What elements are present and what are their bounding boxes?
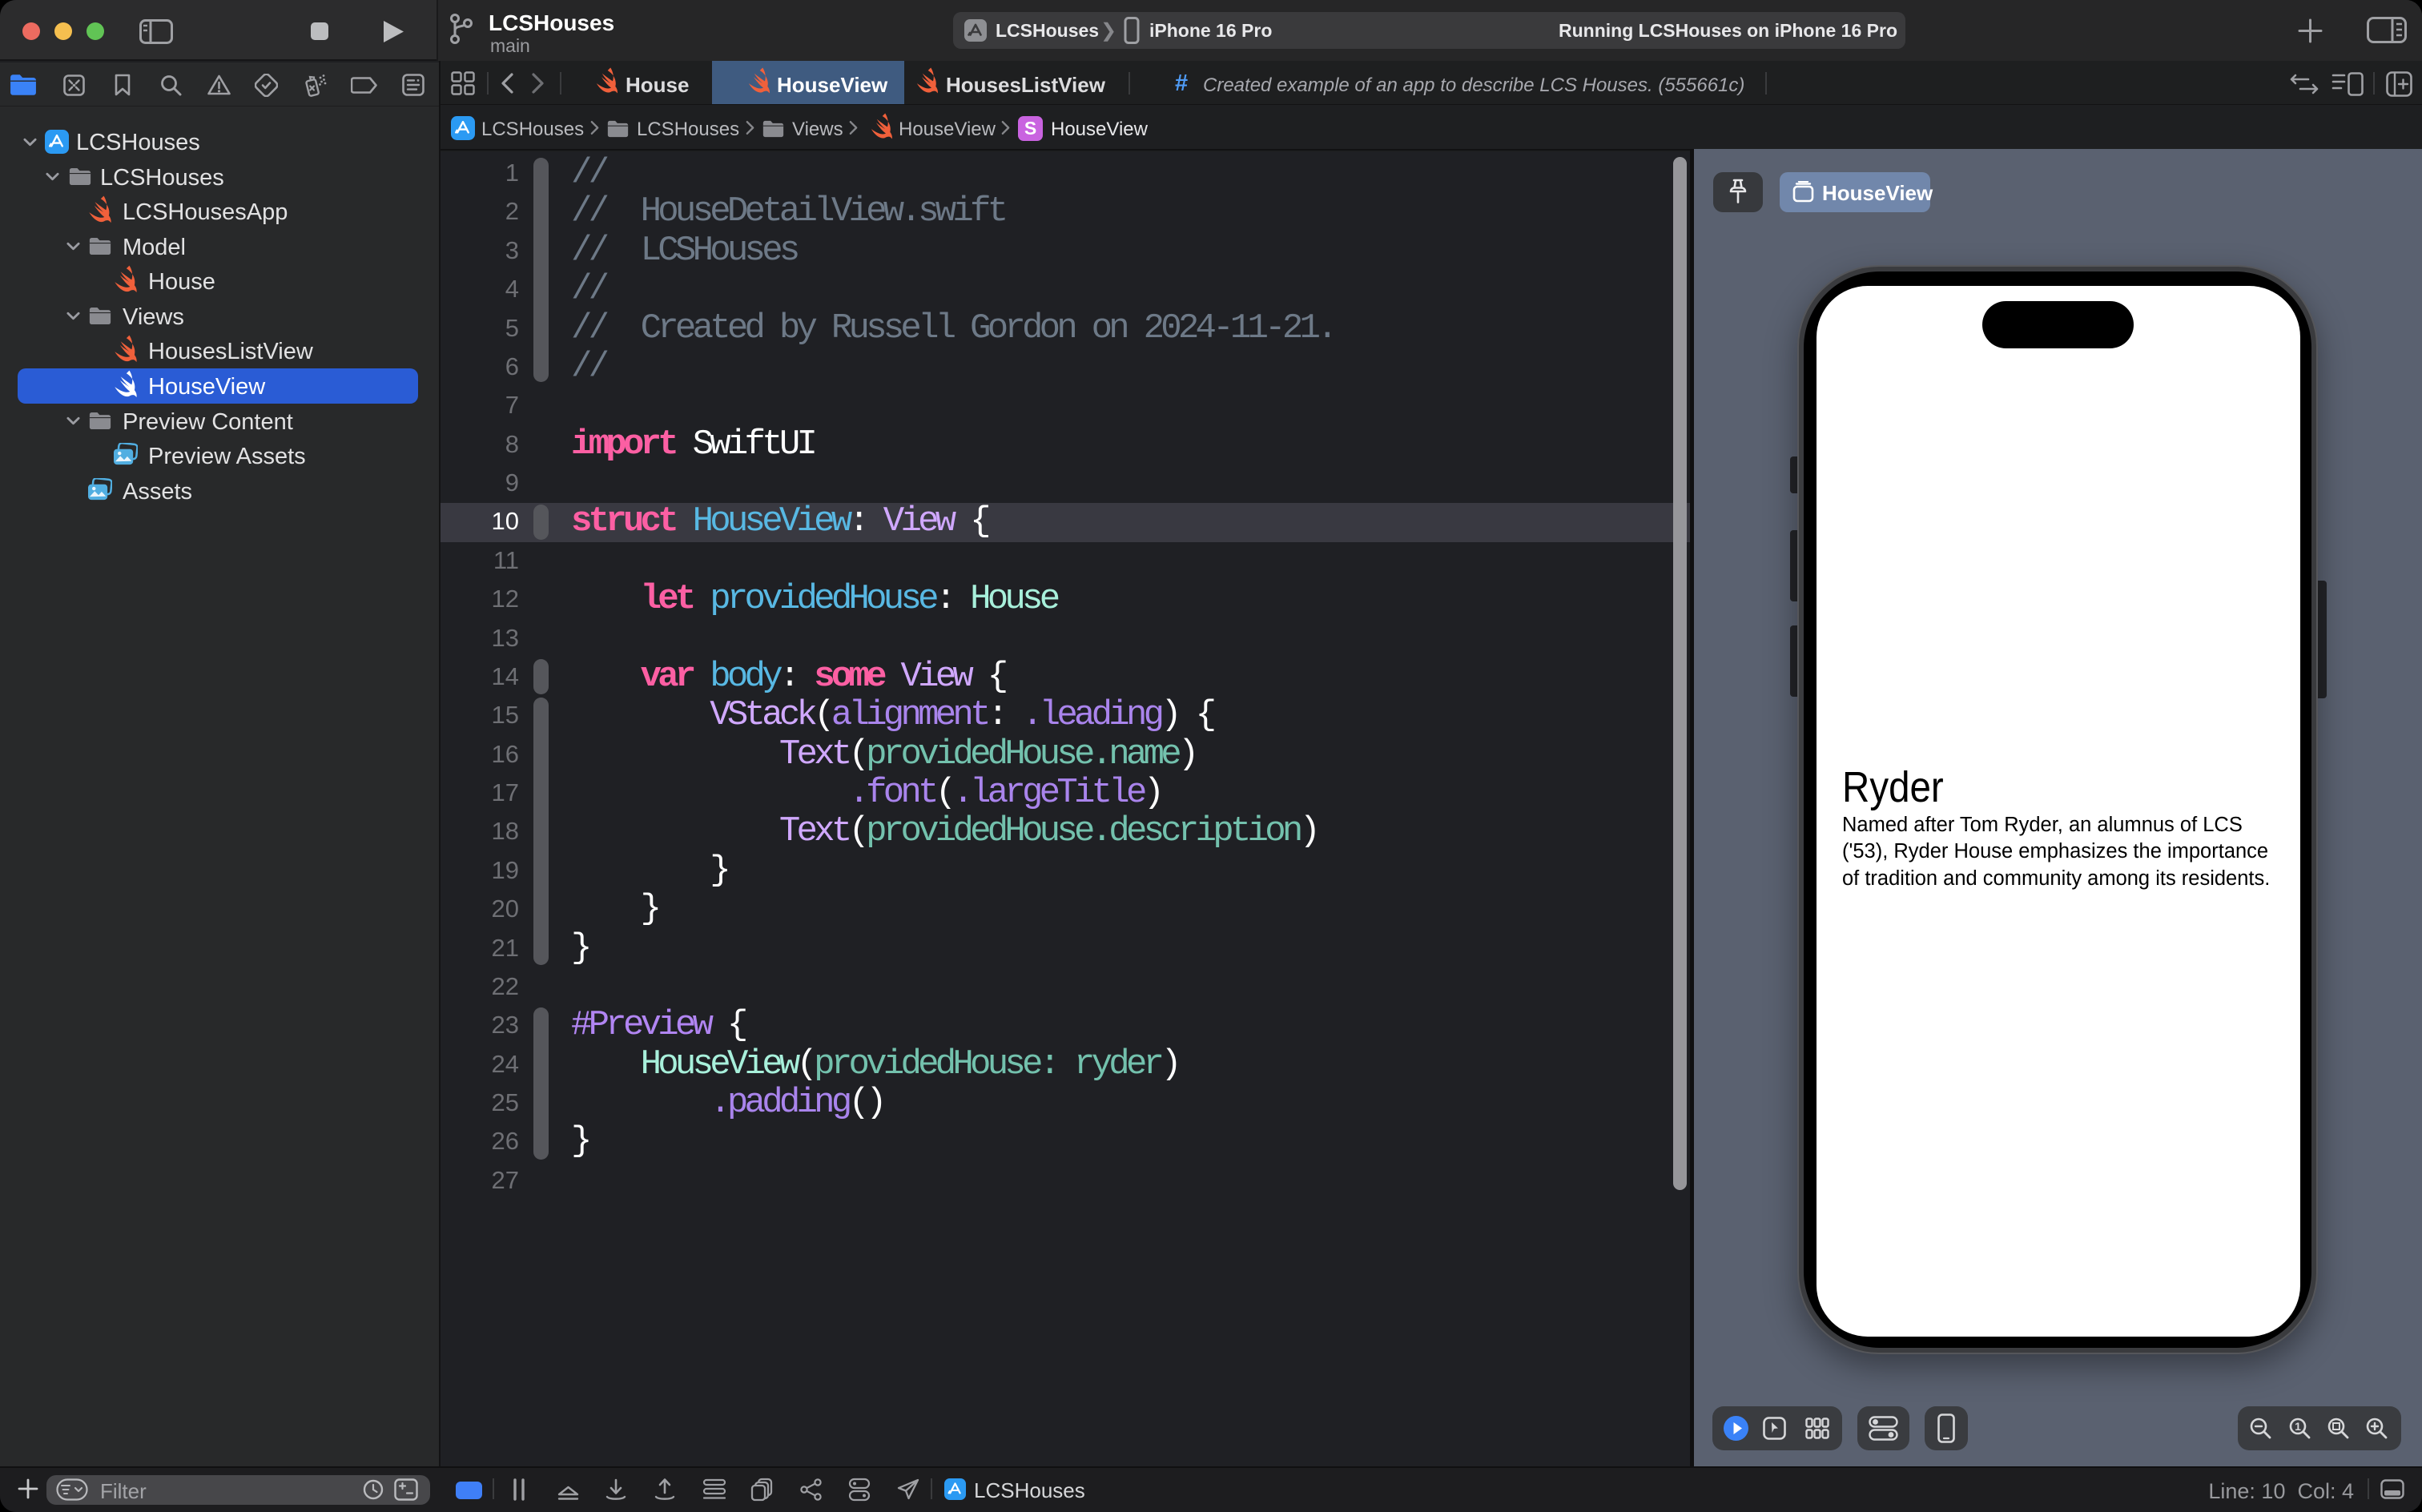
svg-text:1: 1 <box>2295 1420 2301 1433</box>
